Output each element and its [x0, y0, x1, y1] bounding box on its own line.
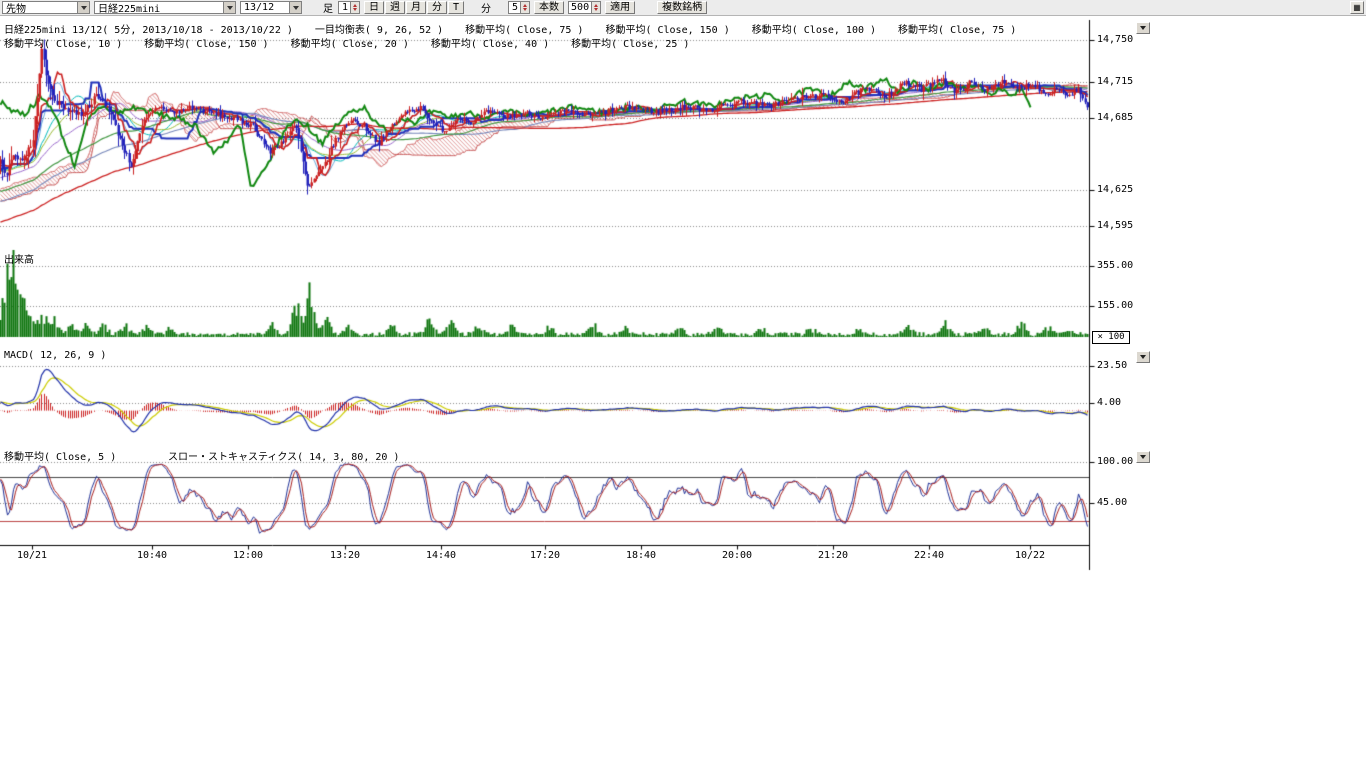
legend-item: 移動平均( Close, 40 ) — [431, 35, 549, 50]
chevron-down-icon — [81, 6, 87, 10]
bar-interval-value: 1 — [339, 2, 350, 13]
spinner-arrows-icon[interactable] — [520, 2, 529, 13]
stoch-panel-label: スロー・ストキャスティクス( 14, 3, 80, 20 ) — [168, 448, 399, 463]
period-button-day[interactable]: 日 — [364, 1, 384, 14]
contract-select[interactable]: 13/12 — [240, 1, 302, 14]
multi-symbol-button[interactable]: 複数銘柄 — [657, 1, 707, 14]
time-axis-label: 21:20 — [809, 550, 857, 562]
time-axis-label: 13:20 — [321, 550, 369, 562]
macd-panel-menu-button[interactable] — [1136, 351, 1150, 363]
time-axis-label: 20:00 — [713, 550, 761, 562]
chevron-down-icon[interactable] — [223, 2, 235, 13]
symbol-select[interactable]: 日経225mini — [94, 1, 236, 14]
volume-panel-label: 出来高 — [4, 251, 34, 266]
legend-row-2: 移動平均( Close, 10 ) 移動平均( Close, 150 ) 移動平均(… — [4, 35, 1086, 50]
chevron-down-icon[interactable] — [77, 2, 89, 13]
price-axis-label: 14,750 — [1097, 34, 1133, 46]
macd-axis-label: 23.50 — [1097, 360, 1127, 372]
chevron-down-icon — [293, 6, 299, 10]
time-axis-label: 18:40 — [617, 550, 665, 562]
time-axis-label: 14:40 — [417, 550, 465, 562]
apply-button[interactable]: 適用 — [605, 1, 635, 14]
bars-count-button[interactable]: 本数 — [534, 1, 564, 14]
chevron-down-icon — [1140, 455, 1146, 459]
spinner-arrows-icon[interactable] — [350, 2, 359, 13]
legend-item: 移動平均( Close, 20 ) — [291, 35, 409, 50]
stoch-axis-label: 45.00 — [1097, 497, 1127, 509]
price-axis-label: 14,685 — [1097, 112, 1133, 124]
trading-chart-window: 先物 日経225mini 13/12 足 1 日週月分T 分 5 本数 500 — [0, 0, 1366, 768]
period-button-group: 日週月分T — [364, 1, 464, 14]
price-axis-label: 14,625 — [1097, 184, 1133, 196]
chevron-down-icon — [227, 6, 233, 10]
time-axis-label: 10/21 — [8, 550, 56, 562]
spinner-arrows-icon[interactable] — [591, 2, 600, 13]
legend-item: 移動平均( Close, 150 ) — [144, 35, 268, 50]
chevron-down-icon — [1140, 355, 1146, 359]
legend-item: 移動平均( Close, 75 ) — [465, 21, 583, 36]
stoch-axis-label: 100.00 — [1097, 456, 1133, 468]
legend-item: 移動平均( Close, 100 ) — [752, 21, 876, 36]
price-axis-label: 14,595 — [1097, 220, 1133, 232]
stoch-panel-menu-button[interactable] — [1136, 451, 1150, 463]
price-panel-menu-button[interactable] — [1136, 22, 1150, 34]
minute-count-value: 5 — [509, 2, 520, 13]
legend-item: 移動平均( Close, 10 ) — [4, 35, 122, 50]
chevron-down-icon — [1140, 26, 1146, 30]
period-button-tick[interactable]: T — [448, 1, 464, 14]
contract-select-value: 13/12 — [244, 2, 274, 13]
bar-interval-input[interactable]: 1 — [338, 1, 360, 14]
legend-item: 移動平均( Close, 150 ) — [605, 21, 729, 36]
price-axis-label: 14,715 — [1097, 76, 1133, 88]
bars-count-input[interactable]: 500 — [568, 1, 601, 14]
chart-canvas[interactable] — [0, 0, 1366, 768]
legend-item: 移動平均( Close, 25 ) — [571, 35, 689, 50]
volume-axis-label: 155.00 — [1097, 300, 1133, 312]
period-button-month[interactable]: 月 — [406, 1, 426, 14]
legend-item: 一目均衡表( 9, 26, 52 ) — [315, 21, 443, 36]
toolbar: 先物 日経225mini 13/12 足 1 日週月分T 分 5 本数 500 — [0, 0, 1366, 16]
time-axis-label: 22:40 — [905, 550, 953, 562]
period-button-week[interactable]: 週 — [385, 1, 405, 14]
legend-item: 移動平均( Close, 75 ) — [898, 21, 1016, 36]
time-axis-label: 10/22 — [1006, 550, 1054, 562]
macd-panel-label: MACD( 12, 26, 9 ) — [4, 350, 106, 361]
symbol-select-value: 日経225mini — [98, 0, 160, 15]
market-select[interactable]: 先物 — [2, 1, 90, 14]
stoch-ma-label: 移動平均( Close, 5 ) — [4, 448, 116, 463]
period-button-minute[interactable]: 分 — [427, 1, 447, 14]
time-axis-label: 10:40 — [128, 550, 176, 562]
volume-multiplier-badge: × 100 — [1092, 331, 1130, 344]
volume-axis-label: 355.00 — [1097, 260, 1133, 272]
market-select-value: 先物 — [6, 0, 26, 15]
time-axis-label: 17:20 — [521, 550, 569, 562]
bars-count-value: 500 — [569, 2, 591, 13]
legend-item: 日経225mini 13/12( 5分, 2013/10/18 - 2013/1… — [4, 21, 293, 36]
chevron-down-icon[interactable] — [289, 2, 301, 13]
legend-row-1: 日経225mini 13/12( 5分, 2013/10/18 - 2013/1… — [4, 21, 1086, 36]
bar-type-label: 足 — [322, 0, 334, 15]
minute-unit-label: 分 — [480, 0, 492, 15]
grid-icon[interactable]: ▦ — [1350, 1, 1364, 14]
time-axis-label: 12:00 — [224, 550, 272, 562]
minute-count-input[interactable]: 5 — [508, 1, 530, 14]
macd-axis-label: 4.00 — [1097, 397, 1121, 409]
